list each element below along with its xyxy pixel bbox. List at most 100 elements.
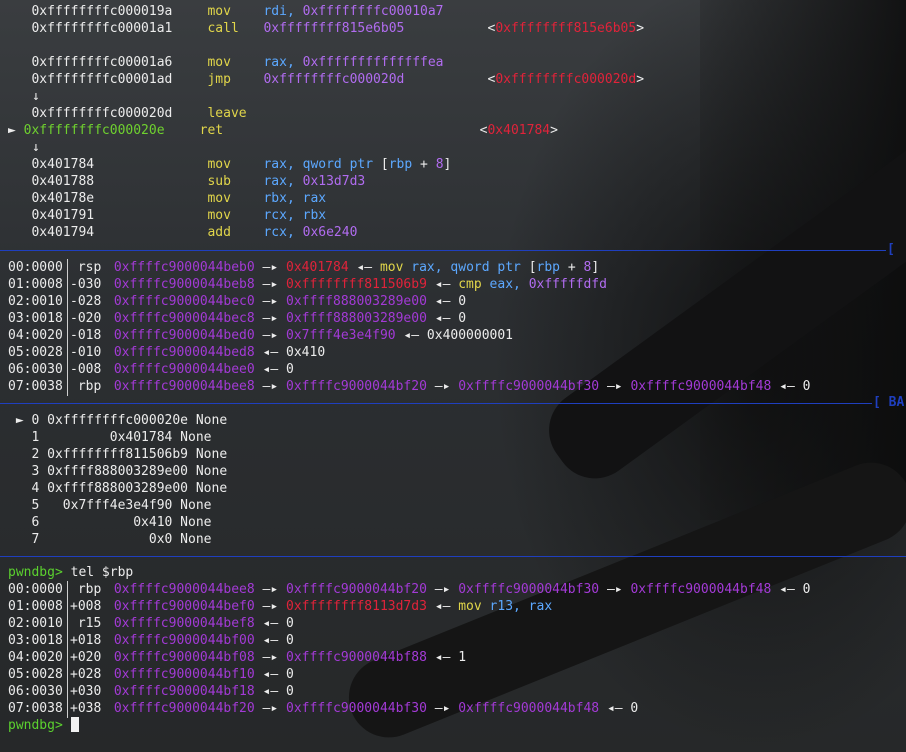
target-bracket: > <box>636 21 645 36</box>
backtrace-frame-text: 6 0x410 None <box>8 515 212 530</box>
stack-register-label: -018 <box>70 328 102 343</box>
backtrace-frame: 3 0xffff888003289e00 None <box>8 463 227 480</box>
operand: 0x13d7d3 <box>302 174 366 189</box>
stack-value: 0xffffc9000044bf20 <box>286 582 427 597</box>
disasm-line: ↓ <box>8 139 40 156</box>
disasm-line: ► 0xffffffffc000020e ret <0x401784> <box>8 122 558 139</box>
stack-value: cmp <box>458 277 490 292</box>
stack-value: —▸ <box>254 311 287 326</box>
stack-value: 0xffffc9000044beb0 <box>113 260 255 275</box>
instruction-mnemonic: mov <box>207 191 231 206</box>
instruction-operands: rdi, 0xffffffffc00010a7 <box>263 3 487 20</box>
current-instruction-arrow-icon: ► <box>8 123 16 138</box>
command-section-divider <box>0 556 906 557</box>
stack-register-label: +038 <box>70 701 102 716</box>
stack-value: 0xffff888003289e00 <box>286 294 427 309</box>
input-line[interactable]: pwndbg> <box>8 717 79 734</box>
operand: rcx, rbx <box>263 208 327 223</box>
tel-row: 00:0000 rbp 0xffffc9000044bee8 —▸ 0xffff… <box>8 581 810 598</box>
operand: rax, <box>263 55 303 70</box>
stack-value: ◂— <box>348 260 380 275</box>
instruction-operands: rcx, 0x6e240 <box>263 224 487 241</box>
operand: 0x6e240 <box>302 225 358 240</box>
stack-value: 0xffffc9000044bef0 <box>113 599 255 614</box>
instruction-operands: rcx, rbx <box>263 207 487 224</box>
stack-register-label: r15 <box>70 616 102 631</box>
stack-value: 0xffffc9000044bf20 <box>113 701 255 716</box>
disasm-line: 0xffffffffc00001a1 call 0xffffffff815e6b05… <box>8 20 644 37</box>
stack-offset-index: 01:0008 <box>8 599 63 614</box>
pwndbg-prompt: pwndbg> <box>8 718 63 733</box>
stack-offset-index: 05:0028 <box>8 667 63 682</box>
instruction-operands: 0xffffffff815e6b05 <box>263 20 487 37</box>
stack-value: 0xffffc9000044beb8 <box>113 277 255 292</box>
stack-offset-index: 02:0010 <box>8 294 63 309</box>
backtrace-frame-text: 1 0x401784 None <box>8 430 212 445</box>
stack-row: 02:0010 -028 0xffffc9000044bec0 —▸ 0xffff… <box>8 293 466 310</box>
stack-register-label: +020 <box>70 650 102 665</box>
stack-value: 0xffffc9000044bef8 <box>113 616 255 631</box>
stack-value: —▸ <box>426 379 459 394</box>
stack-value: 0xffffc9000044bf08 <box>113 650 255 665</box>
stack-register-label: +018 <box>70 633 102 648</box>
instruction-mnemonic: mov <box>207 55 231 70</box>
instruction-address: 0x40178e <box>31 191 95 206</box>
tel-row: 02:0010 r15 0xffffc9000044bef8 ◂— 0 <box>8 615 294 632</box>
stack-value: + <box>560 260 584 275</box>
backtrace-frame: 6 0x410 None <box>8 514 212 531</box>
stack-value: eax, <box>489 277 529 292</box>
backtrace-frame: ► 0 0xffffffffc000020e None <box>8 412 227 429</box>
stack-row: 00:0000 rsp 0xffffc9000044beb0 —▸ 0x4017… <box>8 259 599 276</box>
disasm-line: 0x401788 sub rax, 0x13d7d3 <box>8 173 487 190</box>
instruction-operands: rax, 0xffffffffffffffea <box>263 54 487 71</box>
stack-value: —▸ <box>254 379 287 394</box>
instruction-mnemonic: mov <box>207 157 231 172</box>
branch-target: 0xffffffff815e6b05 <box>495 21 637 36</box>
operand: [ <box>380 157 389 172</box>
operand: rdi, <box>263 4 303 19</box>
stack-register-label: -010 <box>70 345 102 360</box>
instruction-mnemonic: ret <box>199 123 224 138</box>
stack-register-label: -020 <box>70 311 102 326</box>
stack-value: 0xffffc9000044bf00 <box>113 633 255 648</box>
stack-value: —▸ <box>254 701 287 716</box>
stack-value: 0xfffffdfd <box>528 277 607 292</box>
operand: rbx, rax <box>263 191 327 206</box>
instruction-address: 0xffffffffc00001a1 <box>31 21 173 36</box>
text-cursor[interactable] <box>70 717 79 732</box>
instruction-address: 0xffffffffc00001ad <box>31 72 173 87</box>
stack-value: 0x401784 <box>286 260 349 275</box>
stack-row: 06:0030 -008 0xffffc9000044bee0 ◂— 0 <box>8 361 294 378</box>
operand: ] <box>443 157 452 172</box>
stack-value: ◂— 0 <box>254 633 294 648</box>
disasm-line: 0xffffffffc000019a mov rdi, 0xffffffffc000… <box>8 3 487 20</box>
stack-value: ◂— 0 <box>599 701 639 716</box>
stack-value: —▸ <box>426 582 459 597</box>
operand: 0xffffffffffffffea <box>302 55 444 70</box>
stack-value: 0xffffffff8113d7d3 <box>286 599 427 614</box>
stack-value: 0xffffc9000044bee8 <box>113 379 255 394</box>
stack-value: —▸ <box>254 277 287 292</box>
stack-value: 0xffffc9000044bf20 <box>286 379 427 394</box>
command-line: pwndbg> tel $rbp <box>8 564 133 581</box>
stack-value: —▸ <box>254 582 287 597</box>
instruction-mnemonic: call <box>207 21 239 36</box>
backtrace-frame: 4 0xffff888003289e00 None <box>8 480 227 497</box>
tel-row: 06:0030 +030 0xffffc9000044bf18 ◂— 0 <box>8 683 294 700</box>
stack-register-label: +030 <box>70 684 102 699</box>
stack-row: 01:0008 -030 0xffffc9000044beb8 —▸ 0xffff… <box>8 276 607 293</box>
tel-row: 03:0018 +018 0xffffc9000044bf00 ◂— 0 <box>8 632 294 649</box>
stack-value: 0xffffc9000044bed8 <box>113 345 255 360</box>
instruction-address: 0xffffffffc000019a <box>31 4 173 19</box>
backtrace-frame-text: 4 0xffff888003289e00 None <box>8 481 228 496</box>
disasm-line: 0xffffffffc000020d leave <box>8 105 263 122</box>
stack-value: 0xffffc9000044bf18 <box>113 684 255 699</box>
instruction-address: 0x401784 <box>31 157 95 172</box>
stack-value: 0xffffc9000044bf30 <box>286 701 427 716</box>
instruction-operands: rax, qword ptr [rbp + 8] <box>263 156 487 173</box>
wallpaper-shadow <box>700 0 906 520</box>
stack-value: —▸ <box>254 328 287 343</box>
instruction-address: 0x401791 <box>31 208 95 223</box>
stack-value: ◂— 0 <box>254 616 294 631</box>
stack-value: —▸ <box>599 379 631 394</box>
